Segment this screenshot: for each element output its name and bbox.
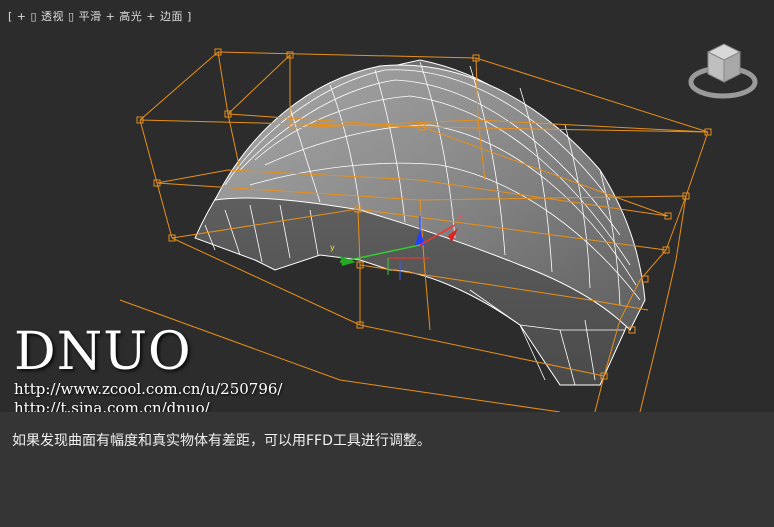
- svg-text:z: z: [418, 209, 422, 218]
- watermark-title: DNUO: [14, 322, 192, 382]
- svg-text:y: y: [330, 243, 335, 252]
- 3d-viewport[interactable]: [ + ▯ 透视 ▯ 平滑 + 高光 + 边面 ] z x y DNUO htt…: [0, 0, 774, 412]
- caption-text: 如果发现曲面有幅度和真实物体有差距，可以用FFD工具进行调整。: [12, 433, 431, 449]
- viewcube[interactable]: [688, 38, 758, 106]
- watermark-url-zcool: http://www.zcool.com.cn/u/250796/: [14, 380, 283, 398]
- svg-text:x: x: [458, 212, 463, 221]
- watermark-url-sina: http://t.sina.com.cn/dnuo/: [14, 399, 210, 412]
- watermark: DNUO http://www.zcool.com.cn/u/250796/ h…: [14, 324, 282, 412]
